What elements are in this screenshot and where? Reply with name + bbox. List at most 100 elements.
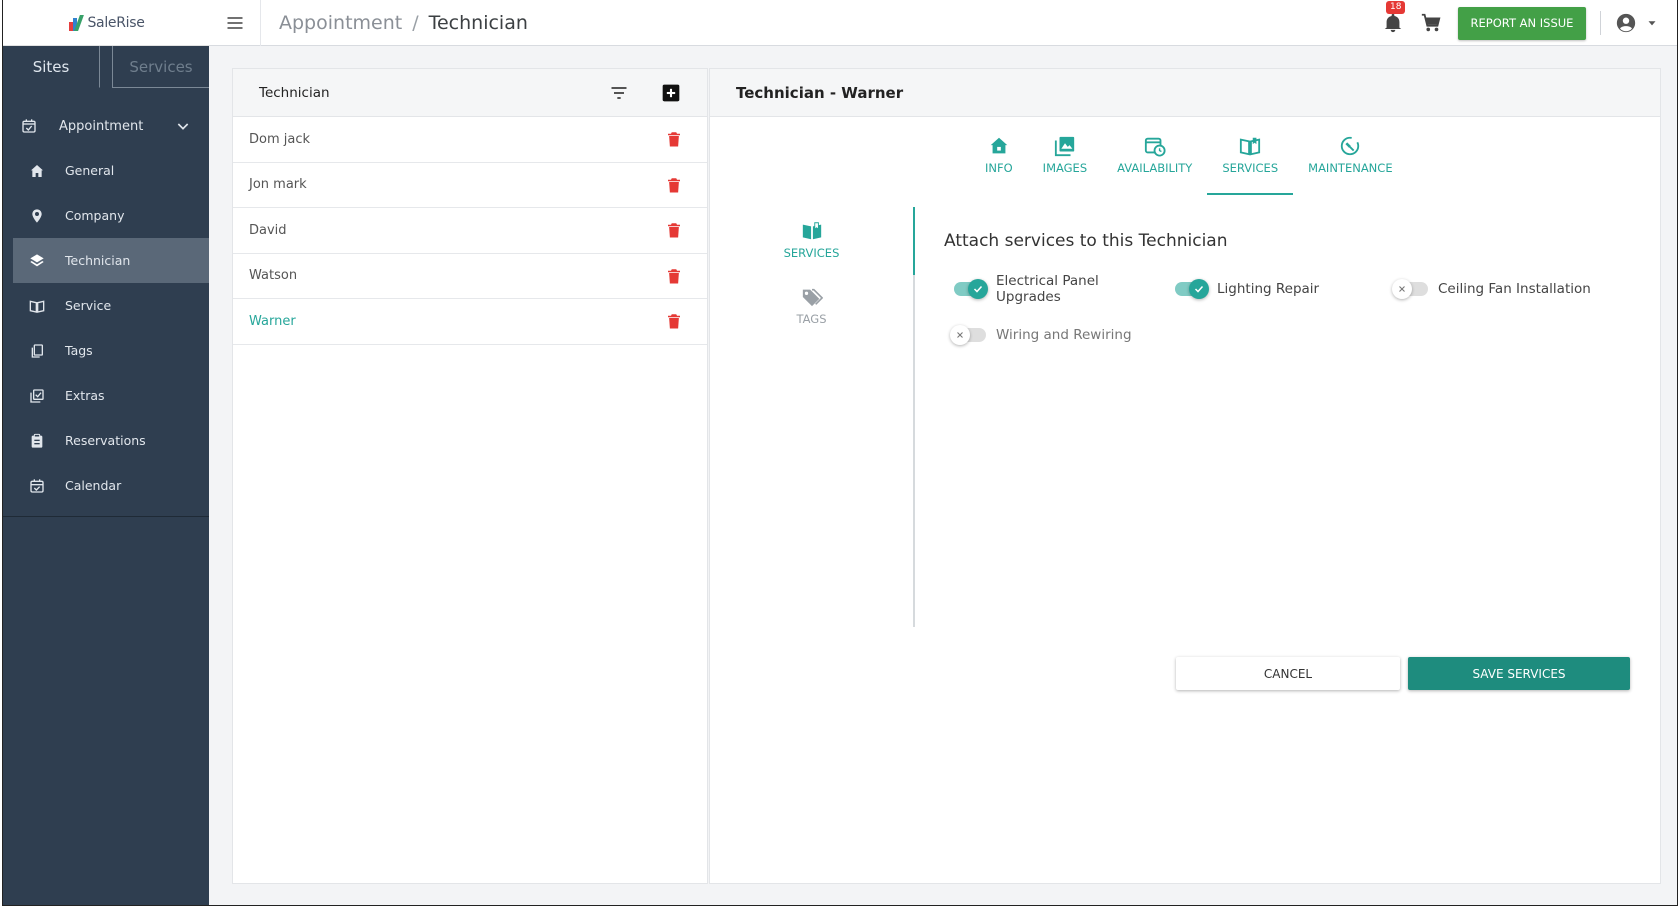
breadcrumb-technician: Technician [428,11,528,34]
subnav-tags[interactable]: TAGS [710,273,913,339]
sidebar-menu: Appointment General Company Technician S… [3,104,209,517]
delete-icon[interactable] [665,130,683,152]
cancel-button[interactable]: CANCEL [1176,657,1400,690]
filter-icon[interactable] [609,83,629,107]
notification-count-badge: 18 [1386,1,1406,14]
close-icon [957,332,963,338]
sidebar-item-label: Extras [65,388,105,403]
technician-name: Jon mark [249,177,307,193]
home-icon [29,163,45,179]
sidebar-item-label: Company [65,208,125,223]
notifications-button[interactable]: 18 [1382,1,1406,34]
hamburger-icon [225,13,245,33]
tab-label: MAINTENANCE [1308,161,1393,175]
breadcrumb: Appointment / Technician [279,12,528,34]
book-open-icon [801,220,823,242]
sidebar-item-label: Calendar [65,478,122,493]
report-issue-button[interactable]: REPORT AN ISSUE [1458,6,1586,40]
technician-row-selected[interactable]: Warner [233,299,707,345]
copy-icon [29,343,45,359]
book-open-icon [1239,135,1261,157]
brand-logo-icon [67,14,85,31]
sidebar-item-general[interactable]: General [3,148,209,193]
add-technician-icon[interactable] [661,83,681,107]
delete-icon[interactable] [665,312,683,334]
topbar-divider [1600,11,1601,35]
sidebar-item-company[interactable]: Company [3,193,209,238]
service-toggle-wiring-and-rewiring[interactable]: Wiring and Rewiring [944,325,1165,345]
delete-icon[interactable] [665,221,683,243]
tab-maintenance[interactable]: MAINTENANCE [1293,135,1407,195]
service-toggle-ceiling-fan-installation[interactable]: Ceiling Fan Installation [1386,273,1616,305]
wrench-clock-icon [1339,135,1361,157]
menu-toggle-button[interactable] [209,0,261,46]
sidebar-item-tags[interactable]: Tags [3,328,209,373]
technician-name: Warner [249,313,296,329]
service-toggle-electrical-panel-upgrades[interactable]: Electrical Panel Upgrades [944,273,1165,305]
logo[interactable]: SaleRise [3,0,209,46]
save-services-button[interactable]: SAVE SERVICES [1408,657,1630,690]
technician-name: Dom jack [249,131,311,147]
home-icon [988,135,1010,157]
technician-name: Watson [249,268,298,284]
toggle-switch-off[interactable] [950,325,986,345]
chevron-down-icon[interactable] [175,118,191,134]
tab-label: IMAGES [1042,161,1088,175]
sidebar-item-label: Service [65,298,112,313]
sidebar-tab-services[interactable]: Services [112,46,209,88]
sidebar-group-label: Appointment [59,118,144,134]
sidebar-item-technician[interactable]: Technician [13,238,209,283]
technician-row[interactable]: Watson [233,254,707,299]
location-pin-icon [29,208,45,224]
breadcrumb-appointment[interactable]: Appointment [279,12,402,34]
technician-list-header: Technician [233,69,707,117]
calendar-clock-icon [1144,135,1166,157]
tab-info[interactable]: INFO [970,135,1028,195]
delete-icon[interactable] [665,267,683,289]
tab-label: INFO [985,161,1013,175]
account-circle-icon [1616,13,1636,33]
close-icon [1399,286,1405,292]
technician-row[interactable]: Jon mark [233,163,707,208]
book-open-icon [29,298,45,314]
images-icon [1054,135,1076,157]
cart-icon [1421,13,1441,32]
sidebar: SaleRise Sites Services Appointment Gene… [3,0,209,905]
tab-services[interactable]: SERVICES [1207,135,1294,195]
bell-icon [1384,13,1402,33]
subnav-services[interactable]: SERVICES [710,207,913,273]
toggle-switch-off[interactable] [1392,279,1428,299]
service-toggle-lighting-repair[interactable]: Lighting Repair [1165,273,1386,305]
tab-availability[interactable]: AVAILABILITY [1102,135,1207,195]
sidebar-item-label: Reservations [65,433,146,448]
sidebar-item-extras[interactable]: Extras [3,373,209,418]
tab-images[interactable]: IMAGES [1028,135,1102,195]
sidebar-item-service[interactable]: Service [3,283,209,328]
sidebar-item-reservations[interactable]: Reservations [3,418,209,463]
technician-list-panel: Technician Dom jack Jon mark David Watso… [232,68,708,884]
calendar-check-icon [21,118,37,134]
service-label: Lighting Repair [1217,281,1320,297]
toggle-switch-on[interactable] [1175,279,1209,299]
technician-row[interactable]: Dom jack [233,117,707,163]
service-label: Wiring and Rewiring [996,327,1132,343]
account-menu-button[interactable] [1615,12,1659,34]
services-heading: Attach services to this Technician [944,231,1228,251]
toggle-switch-on[interactable] [954,279,988,299]
sidebar-group-appointment[interactable]: Appointment [3,104,209,148]
technician-name: David [249,222,287,238]
subnav-label: SERVICES [783,246,840,260]
layers-icon [29,253,45,269]
cart-button[interactable] [1420,12,1442,34]
technician-detail-panel: Technician - Warner INFO IMAGES AVAILABI… [709,68,1661,884]
technician-row[interactable]: David [233,208,707,254]
sidebar-item-calendar[interactable]: Calendar [3,463,209,508]
sidebar-item-label: General [65,163,115,178]
sidebar-tab-sites[interactable]: Sites [3,46,100,88]
calendar-icon [29,478,45,494]
delete-icon[interactable] [665,176,683,198]
app-frame: SaleRise Sites Services Appointment Gene… [2,0,1678,906]
sidebar-item-label: Technician [65,253,131,268]
check-icon [973,285,983,293]
checklist-icon [29,388,45,404]
